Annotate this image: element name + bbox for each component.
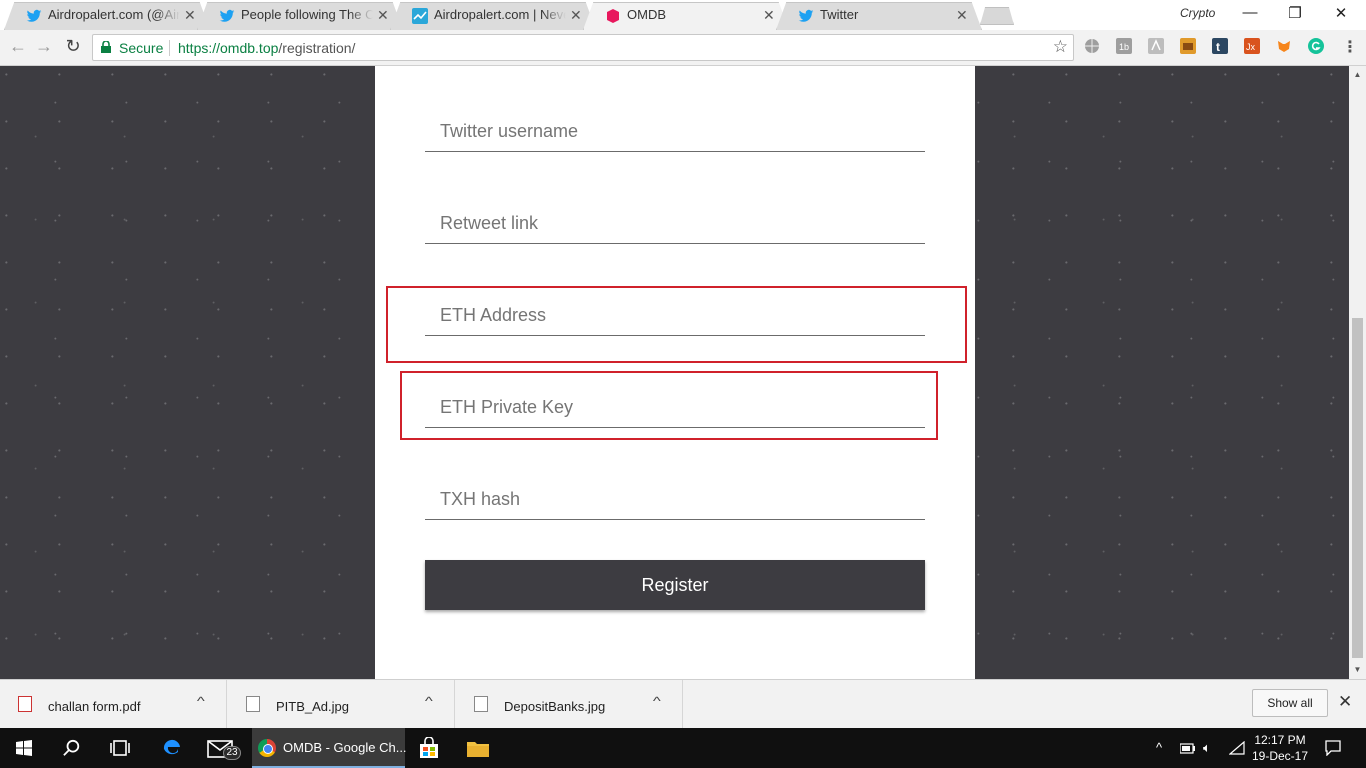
tab-strip: Airdropalert.com (@Aird ✕ People followi… [0,0,1366,30]
tab-twitter[interactable]: Twitter ✕ [776,2,982,30]
tab-omdb[interactable]: OMDB ✕ [583,2,789,30]
svg-text:t: t [1216,40,1220,54]
jx-icon[interactable]: Jx [1244,38,1260,54]
tab-airdropalert-twitter[interactable]: Airdropalert.com (@Aird ✕ [4,2,210,30]
download-shelf: challan form.pdf ^ PITB_Ad.jpg ^ Deposit… [0,679,1366,729]
image-file-icon [474,696,488,712]
notifications-icon[interactable] [1325,740,1341,756]
task-view-icon[interactable] [96,728,144,768]
show-hidden-icons-chevron-icon[interactable]: ^ [1156,740,1162,755]
search-icon[interactable] [48,728,96,768]
airdropalert-icon [412,8,428,24]
download-filename: challan form.pdf [48,699,141,714]
close-window-button[interactable]: ✕ [1326,4,1356,22]
store-icon[interactable] [405,728,453,768]
pdf-file-icon [18,696,32,712]
lock-icon [101,41,111,53]
tab-title: People following The Cry [241,7,373,22]
txh-hash-input[interactable] [425,480,925,519]
download-item[interactable]: challan form.pdf ^ [0,680,227,729]
svg-text:1b: 1b [1119,42,1129,52]
minimize-button[interactable]: — [1235,4,1265,21]
tab-close-icon[interactable]: ✕ [184,7,196,24]
omdb-icon [607,9,619,23]
system-clock[interactable]: 12:17 PM 19-Dec-17 [1250,732,1310,764]
tab-close-icon[interactable]: ✕ [570,7,582,24]
restore-button[interactable]: ❐ [1280,4,1310,22]
retweet-link-field[interactable] [425,204,925,244]
chrome-icon [258,739,276,757]
profile-name[interactable]: Crypto [1180,6,1215,20]
taskbar-chrome-app[interactable]: OMDB - Google Ch... [252,728,407,768]
twitter-icon [798,9,814,22]
tab-close-icon[interactable]: ✕ [763,7,775,24]
scrollbar-thumb[interactable] [1352,318,1363,658]
wifi-icon[interactable] [1229,741,1245,755]
secure-label: Secure [119,40,164,56]
scroll-up-arrow-icon[interactable]: ▲ [1349,68,1366,82]
1b-icon[interactable]: 1b [1116,38,1132,54]
taskbar-app-label: OMDB - Google Ch... [283,740,407,755]
mail-count-badge: 23 [223,746,241,760]
tab-title: Airdropalert.com (@Aird [48,7,180,22]
url-text[interactable]: https://omdb.top/registration/ [178,40,355,56]
windows-start-icon[interactable] [0,728,48,768]
twitter-icon [26,9,42,22]
globe-icon[interactable] [1084,38,1100,54]
retweet-link-input[interactable] [425,204,925,243]
edge-browser-icon[interactable] [148,728,196,768]
txh-hash-field[interactable] [425,480,925,520]
metamask-icon[interactable] [1276,38,1292,54]
download-filename: DepositBanks.jpg [504,699,606,714]
tab-close-icon[interactable]: ✕ [956,7,968,24]
tab-title: Airdropalert.com | Never [434,7,566,22]
new-tab-button[interactable] [980,7,1014,25]
vertical-scrollbar[interactable]: ▲ ▼ [1349,66,1366,679]
download-item[interactable]: DepositBanks.jpg ^ [456,680,683,729]
pdf-ext-icon[interactable] [1148,38,1164,54]
back-arrow-icon[interactable]: ← [8,36,28,57]
battery-icon[interactable] [1180,742,1196,754]
windows-taskbar: 23 OMDB - Google Ch... ^ 🔈︎ 12:17 PM 19-… [0,728,1366,768]
volume-icon[interactable]: 🔈︎ [1203,740,1211,756]
forward-arrow-icon[interactable]: → [34,36,54,57]
register-button[interactable]: Register [425,560,925,610]
chevron-up-icon[interactable]: ^ [425,694,433,708]
tab-airdropalert-site[interactable]: Airdropalert.com | Never ✕ [390,2,596,30]
tab-close-icon[interactable]: ✕ [377,7,389,24]
download-item[interactable]: PITB_Ad.jpg ^ [228,680,455,729]
twitter-username-field[interactable] [425,112,925,152]
close-shelf-icon[interactable]: ✕ [1338,692,1352,712]
clock-time: 12:17 PM [1254,733,1306,747]
svg-text:Jx: Jx [1246,42,1256,52]
chevron-up-icon[interactable]: ^ [653,694,661,708]
twitter-icon [219,9,235,22]
file-explorer-icon[interactable] [454,728,502,768]
tumblr-icon[interactable]: t [1212,38,1228,54]
box-icon[interactable] [1180,38,1196,54]
grammarly-icon[interactable] [1308,38,1324,54]
tab-people-following[interactable]: People following The Cry ✕ [197,2,403,30]
show-all-button[interactable]: Show all [1252,689,1328,717]
tab-title: Twitter [820,7,940,22]
chevron-up-icon[interactable]: ^ [197,694,205,708]
browser-toolbar: ← → ↻ Secure https://omdb.top/registrati… [0,30,1366,66]
browser-menu-icon[interactable]: ⋮ [1342,37,1358,57]
bookmark-star-icon[interactable]: ☆ [1053,37,1068,57]
download-filename: PITB_Ad.jpg [276,699,349,714]
address-bar[interactable]: Secure https://omdb.top/registration/ ☆ [92,34,1074,61]
image-file-icon [246,696,260,712]
scroll-down-arrow-icon[interactable]: ▼ [1349,663,1366,677]
eth-private-key-highlight-box [400,371,938,440]
eth-address-highlight-box [386,286,967,363]
reload-icon[interactable]: ↻ [63,36,83,57]
clock-date: 19-Dec-17 [1251,749,1309,763]
twitter-username-input[interactable] [425,112,925,151]
page-viewport: Register [0,66,1349,679]
tab-title: OMDB [627,7,666,22]
